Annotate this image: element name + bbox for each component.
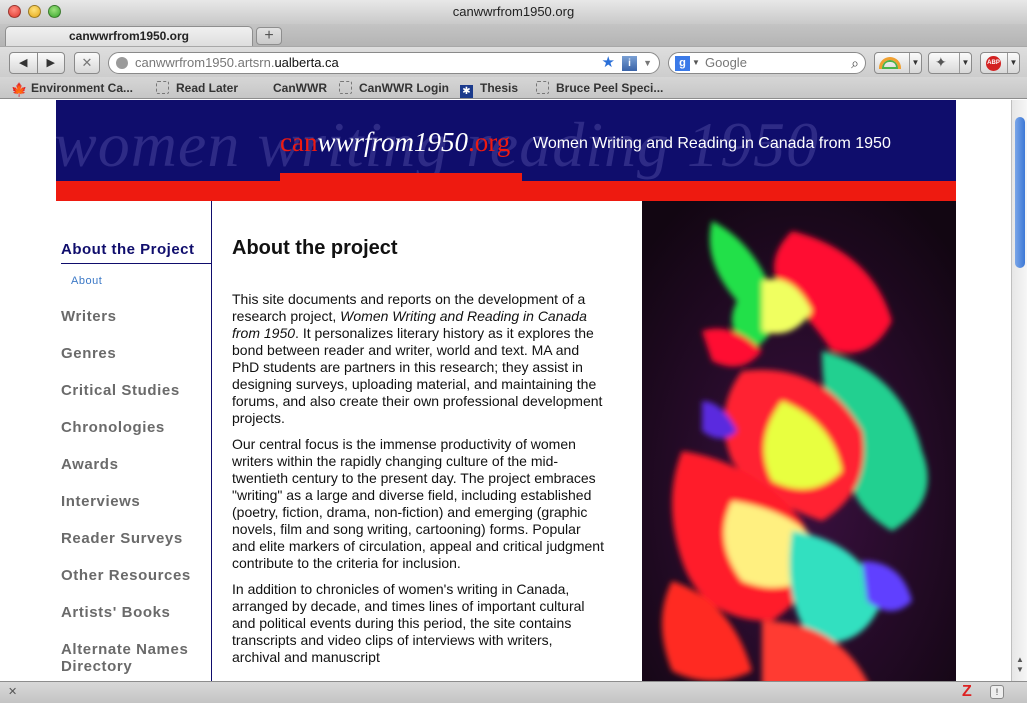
rainbow-icon (879, 57, 901, 69)
tools-extension-button[interactable]: ✦ ▼ (928, 52, 972, 74)
url-history-dropdown-icon[interactable]: ▼ (643, 53, 652, 73)
search-bar[interactable]: g ▼ Google ⌕ (668, 52, 866, 74)
bookmark-environment-canada[interactable]: 🍁 Environment Ca... (11, 80, 133, 96)
page-title: About the project (232, 237, 398, 259)
url-host: ualberta.ca (274, 55, 339, 70)
adblock-button[interactable]: ABP ▼ (980, 52, 1020, 74)
new-tab-button[interactable]: + (256, 27, 282, 45)
paragraph-3: In addition to chronicles of women's wri… (232, 581, 585, 665)
chevron-down-icon[interactable]: ▼ (909, 53, 921, 73)
sidebar-item-alternate-names[interactable]: Alternate Names Directory (61, 641, 211, 675)
page-info-icon[interactable]: i (622, 56, 637, 71)
bookmark-star-icon[interactable]: ★ (602, 53, 615, 73)
bookmark-bruce-peel[interactable]: Bruce Peel Speci... (536, 80, 663, 96)
vertical-scrollbar[interactable]: ▲ ▼ (1011, 100, 1027, 681)
bookmark-thesis[interactable]: ✱ Thesis (460, 80, 518, 98)
bookmark-icon (536, 81, 549, 94)
maple-leaf-icon: 🍁 (11, 82, 28, 97)
scrollbar-thumb[interactable] (1015, 117, 1025, 268)
rainbow-extension-button[interactable]: ▼ (874, 52, 922, 74)
minimize-window-button[interactable] (28, 5, 41, 18)
sidebar-nav: About the Project About Writers Genres C… (56, 201, 212, 681)
sidebar-item-interviews[interactable]: Interviews (61, 493, 211, 510)
thesis-icon: ✱ (460, 85, 473, 98)
close-status-icon[interactable]: ✕ (8, 685, 17, 698)
title-bar: canwwrfrom1950.org (0, 0, 1027, 24)
sidebar-item-other-resources[interactable]: Other Resources (61, 567, 211, 584)
magnifier-icon[interactable]: ⌕ (851, 53, 859, 73)
window-controls (8, 5, 61, 18)
zoom-window-button[interactable] (48, 5, 61, 18)
site-subtitle: Women Writing and Reading in Canada from… (533, 135, 891, 152)
scroll-arrows-icon[interactable]: ▲ ▼ (1016, 655, 1024, 675)
site-logo[interactable]: canwwrfrom1950.org (280, 127, 510, 158)
paragraph-2: Our central focus is the immense product… (232, 436, 604, 571)
bookmark-icon (339, 81, 352, 94)
chevron-down-icon[interactable]: ▼ (1007, 53, 1019, 73)
artwork-image (642, 201, 956, 681)
bookmark-icon (156, 81, 169, 94)
sidebar-item-awards[interactable]: Awards (61, 456, 211, 473)
back-button[interactable]: ◀ (10, 53, 38, 73)
info-icon[interactable]: ! (990, 685, 1004, 699)
chevron-down-icon[interactable]: ▼ (959, 53, 971, 73)
sidebar-item-chronologies[interactable]: Chronologies (61, 419, 211, 436)
search-engine-dropdown-icon[interactable]: ▼ (692, 53, 700, 73)
tab-bar: canwwrfrom1950.org + (0, 24, 1027, 46)
sidebar-subitem-about[interactable]: About (71, 275, 102, 287)
sidebar-item-reader-surveys[interactable]: Reader Surveys (61, 530, 211, 547)
url-bar[interactable]: canwwrfrom1950.artsrn.ualberta.ca ★ i ▼ (108, 52, 660, 74)
google-icon[interactable]: g (675, 56, 690, 71)
back-forward-buttons: ◀ ▶ (9, 52, 65, 74)
search-placeholder: Google (705, 55, 747, 70)
site-banner: women writing reading 1950 canwwrfrom195… (56, 100, 956, 201)
status-bar: ✕ Z ! (0, 681, 1027, 703)
paragraph-1: This site documents and reports on the d… (232, 291, 603, 426)
forward-button[interactable]: ▶ (38, 53, 65, 73)
sidebar-heading[interactable]: About the Project (61, 241, 195, 258)
close-window-button[interactable] (8, 5, 21, 18)
bookmark-read-later[interactable]: Read Later (156, 80, 238, 96)
window-title: canwwrfrom1950.org (452, 4, 575, 19)
url-prefix: canwwrfrom1950.artsrn. (135, 55, 275, 70)
zotero-icon[interactable]: Z (962, 683, 972, 701)
sidebar-divider (61, 263, 211, 264)
navigation-toolbar: ◀ ▶ ✕ canwwrfrom1950.artsrn.ualberta.ca … (0, 46, 1027, 77)
logo-underline (280, 173, 522, 181)
site-globe-icon (116, 57, 128, 69)
banner-red-band (56, 181, 956, 201)
browser-window: canwwrfrom1950.org canwwrfrom1950.org + … (0, 0, 1027, 703)
bookmark-canwwr-login[interactable]: CanWWR Login (339, 80, 449, 96)
abstract-light-painting (642, 201, 956, 681)
sidebar-item-writers[interactable]: Writers (61, 308, 211, 325)
bookmarks-toolbar: 🍁 Environment Ca... Read Later CanWWR Can… (0, 77, 1027, 99)
tools-icon: ✦ (935, 54, 947, 70)
page-content: women writing reading 1950 canwwrfrom195… (0, 100, 1011, 681)
sidebar-item-artists-books[interactable]: Artists' Books (61, 604, 211, 621)
bookmark-canwwr[interactable]: CanWWR (273, 80, 327, 96)
body-text: This site documents and reports on the d… (232, 291, 604, 675)
adblock-icon: ABP (986, 56, 1001, 71)
tab-canwwr[interactable]: canwwrfrom1950.org (5, 26, 253, 46)
stop-button[interactable]: ✕ (74, 52, 100, 74)
sidebar-item-critical-studies[interactable]: Critical Studies (61, 382, 211, 399)
sidebar-item-genres[interactable]: Genres (61, 345, 211, 362)
